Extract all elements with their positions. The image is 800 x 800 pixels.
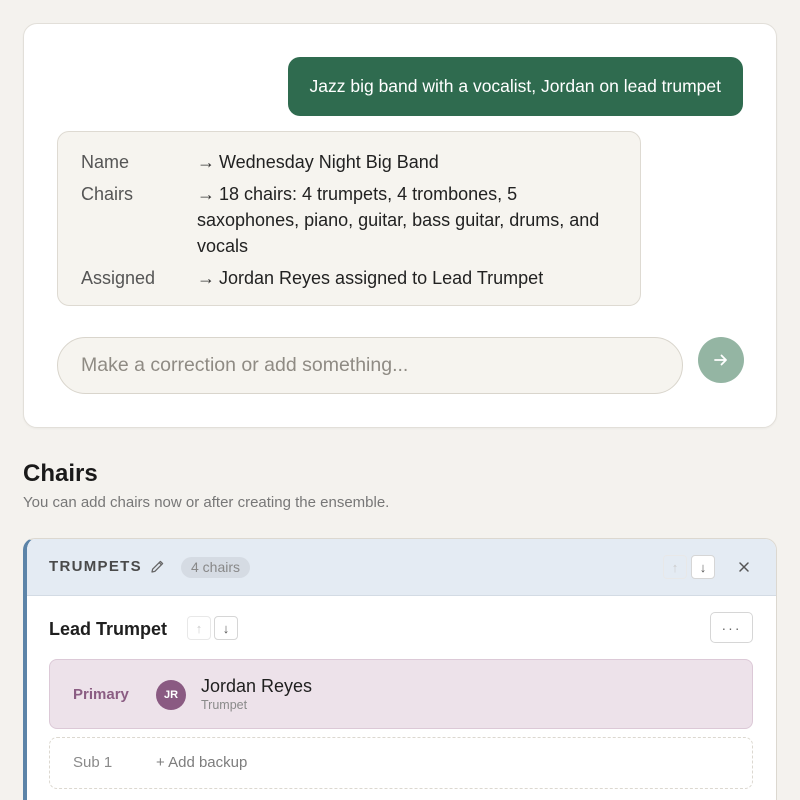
pencil-icon[interactable] [150, 559, 165, 579]
move-chair-up-button[interactable]: ↑ [187, 616, 211, 640]
arrow-right-icon [714, 354, 727, 366]
arrow-icon: → [197, 184, 215, 204]
chat-card: Jazz big band with a vocalist, Jordan on… [23, 23, 777, 428]
summary-value: → Jordan Reyes assigned to Lead Trumpet [197, 265, 618, 291]
arrow-icon: → [197, 268, 215, 288]
summary-value-text: Wednesday Night Big Band [219, 152, 439, 172]
summary-key: Name [81, 152, 130, 172]
section-header: TRUMPETS 4 chairs ↑ ↓ [27, 539, 776, 596]
section-card-trumpets: TRUMPETS 4 chairs ↑ ↓ Lead Trumpet ↑ ↓ ·… [23, 538, 777, 800]
user-message-bubble: Jazz big band with a vocalist, Jordan on… [287, 57, 743, 116]
sub-assignment-row: Sub 1 + Add backup [49, 737, 753, 789]
chairs-section-subtitle: You can add chairs now or after creating… [23, 494, 390, 511]
section-name: TRUMPETS [49, 558, 142, 575]
move-section-up-button[interactable]: ↑ [663, 555, 687, 579]
summary-key: Chairs [81, 184, 134, 204]
chair-count-badge: 4 chairs [181, 557, 251, 578]
correction-input[interactable] [57, 337, 683, 394]
move-chair-down-button[interactable]: ↓ [214, 616, 238, 640]
chair-title: Lead Trumpet [49, 619, 168, 639]
summary-row-assigned: Assigned → Jordan Reyes assigned to Lead … [81, 265, 618, 291]
person-instrument: Trumpet [201, 698, 248, 712]
summary-value: → Wednesday Night Big Band [197, 149, 618, 175]
summary-value-text: 18 chairs: 4 trumpets, 4 trombones, 5 sa… [197, 184, 600, 256]
chairs-section-title: Chairs [23, 460, 98, 487]
primary-assignment-row[interactable]: Primary JR Jordan Reyes Trumpet [49, 659, 753, 729]
arrow-icon: → [197, 152, 215, 172]
role-label: Primary [73, 686, 129, 703]
move-section-down-button[interactable]: ↓ [691, 555, 715, 579]
summary-key: Assigned [81, 268, 156, 288]
send-button[interactable] [698, 337, 744, 383]
add-backup-button[interactable]: + Add backup [156, 754, 247, 771]
summary-row-chairs: Chairs → 18 chairs: 4 trumpets, 4 trombon… [81, 181, 618, 259]
more-options-button[interactable]: ··· [710, 612, 753, 643]
arrow-up-icon: ↑ [195, 620, 203, 636]
summary-value: → 18 chairs: 4 trumpets, 4 trombones, 5 s… [197, 181, 618, 259]
close-icon[interactable] [733, 556, 755, 578]
arrow-down-icon: ↓ [699, 559, 707, 575]
person-name: Jordan Reyes [201, 676, 313, 696]
summary-row-name: Name → Wednesday Night Big Band [81, 149, 618, 175]
arrow-up-icon: ↑ [671, 559, 679, 575]
sub-role-label: Sub 1 [73, 754, 113, 771]
arrow-down-icon: ↓ [222, 620, 230, 636]
summary-value-text: Jordan Reyes assigned to Lead Trumpet [219, 268, 544, 288]
summary-box: Name → Wednesday Night Big Band Chairs → 1… [57, 131, 641, 306]
avatar: JR [156, 680, 186, 710]
